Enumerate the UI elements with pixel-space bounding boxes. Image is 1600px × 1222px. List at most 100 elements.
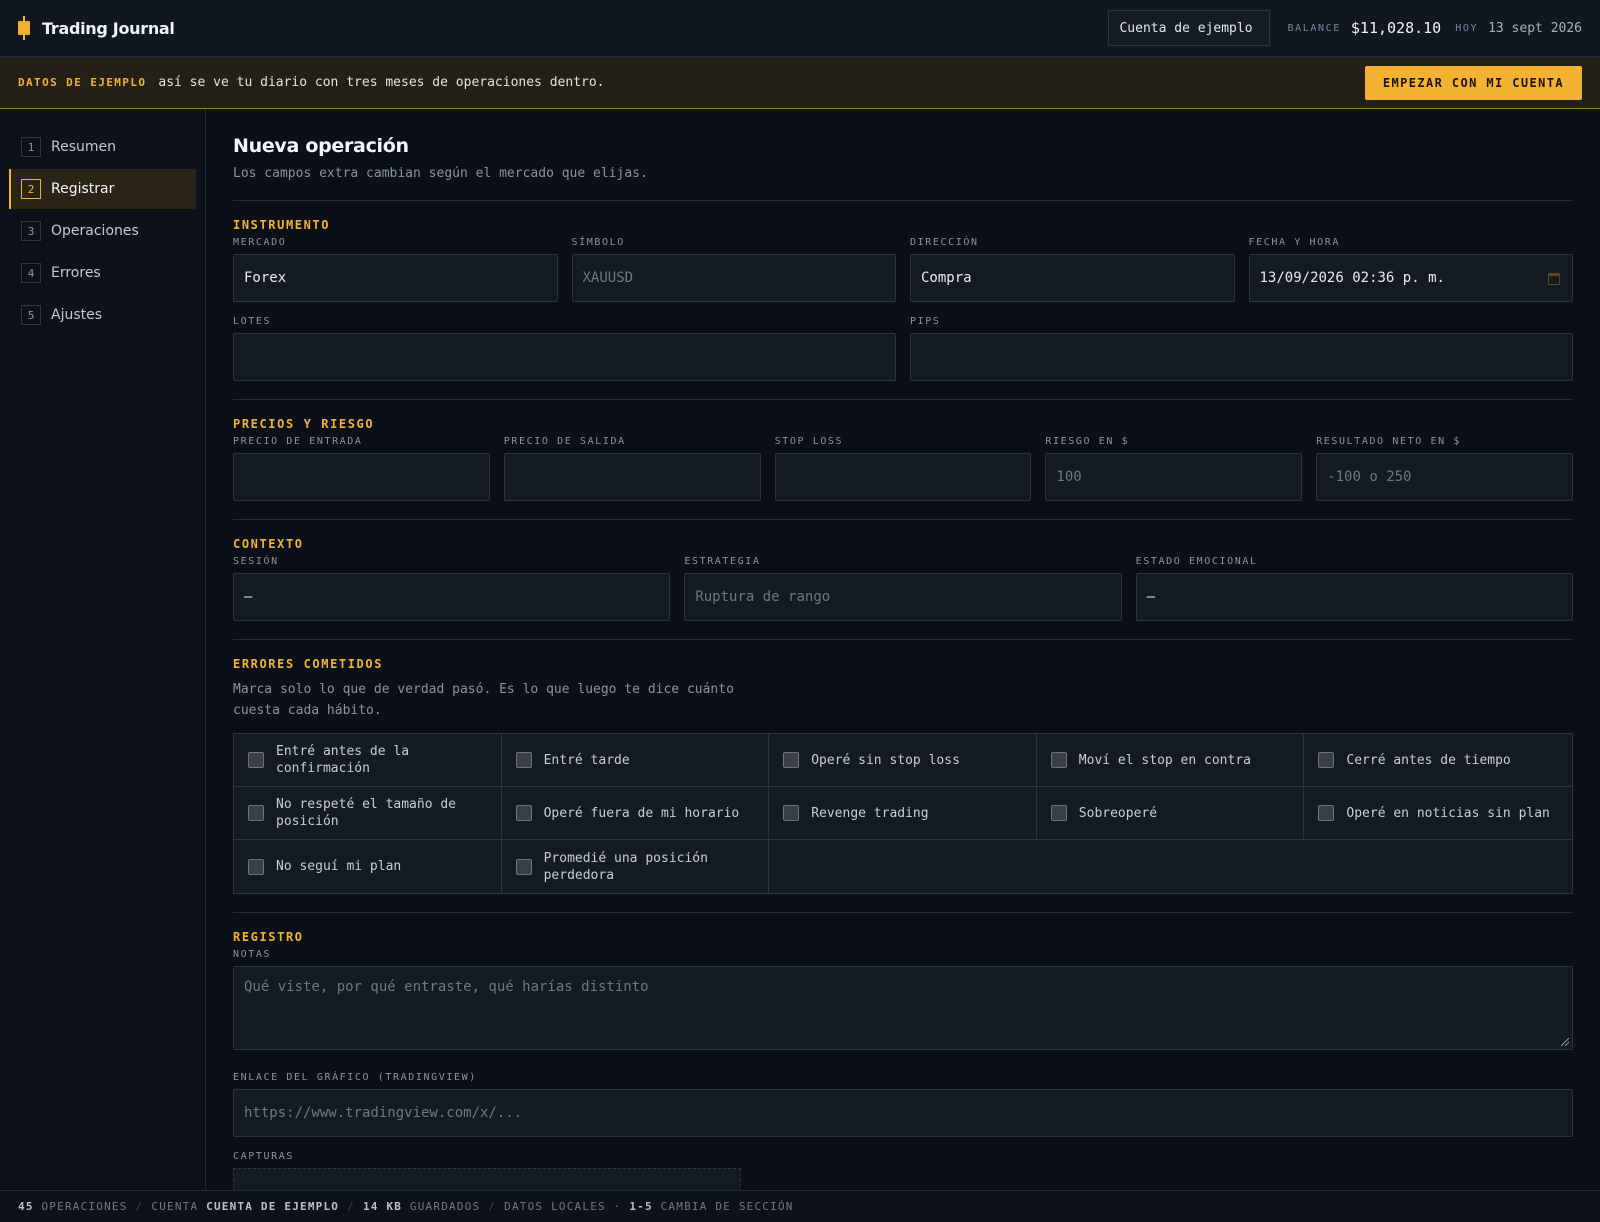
account-select[interactable]: Cuenta de ejemplo <box>1108 10 1270 46</box>
lots-label: LOTES <box>233 316 272 327</box>
checkbox[interactable] <box>1318 752 1335 768</box>
session-select[interactable]: — <box>233 573 671 621</box>
symbol-input[interactable]: XAUUSD <box>571 254 896 302</box>
keys-label: CAMBIA DE SECCIÓN <box>660 1200 794 1213</box>
notes-textarea[interactable]: Qué viste, por qué entraste, qué harías … <box>233 966 1573 1050</box>
emotion-value: — <box>1146 589 1156 605</box>
nav-number: 2 <box>21 179 41 199</box>
error-checkbox-item[interactable]: Promedié una posición perdedora <box>502 840 770 893</box>
sidebar-item-resumen[interactable]: 1 Resumen <box>9 127 196 167</box>
page-title: Nueva operación <box>233 135 409 157</box>
nav-number: 5 <box>21 305 41 325</box>
checkbox[interactable] <box>1050 752 1067 768</box>
error-checkbox-item[interactable]: Operé sin stop loss <box>769 734 1037 787</box>
chart-link-input[interactable]: https://www.tradingview.com/x/... <box>233 1089 1573 1137</box>
sidebar-item-errores[interactable]: 4 Errores <box>9 253 196 293</box>
sidebar-item-registrar[interactable]: 2 Registrar <box>9 169 196 209</box>
symbol-placeholder: XAUUSD <box>582 270 634 286</box>
error-checkbox-item[interactable]: Sobreoperé <box>1036 787 1305 840</box>
stop-loss-input[interactable] <box>774 453 1032 501</box>
divider <box>233 912 1573 913</box>
error-label: Sobreoperé <box>1078 805 1158 821</box>
size-label: GUARDADOS <box>409 1200 481 1213</box>
chart-link-placeholder: https://www.tradingview.com/x/... <box>244 1105 523 1121</box>
entry-price-input[interactable] <box>233 453 490 501</box>
exit-price-input[interactable] <box>503 453 761 501</box>
result-input[interactable]: -100 o 250 <box>1316 453 1573 501</box>
checkbox[interactable] <box>1318 805 1335 821</box>
result-label: RESULTADO NETO EN $ <box>1316 436 1461 447</box>
checkbox[interactable] <box>515 858 532 875</box>
error-label: Cerré antes de tiempo <box>1346 752 1511 768</box>
strategy-input[interactable]: Ruptura de rango <box>684 573 1122 621</box>
page-subtitle: Los campos extra cambian según el mercad… <box>233 166 648 181</box>
error-label: Moví el stop en contra <box>1078 752 1251 768</box>
market-label: MERCADO <box>233 237 287 248</box>
nav-label: Operaciones <box>51 223 139 239</box>
datetime-input[interactable]: 13/09/2026 02:36 p. m. <box>1248 254 1573 302</box>
ops-count: 45 <box>18 1200 34 1213</box>
error-checkbox-item[interactable]: Moví el stop en contra <box>1036 734 1305 787</box>
checkbox[interactable] <box>248 858 264 875</box>
session-label: SESIÓN <box>233 556 279 567</box>
result-placeholder: -100 o 250 <box>1327 469 1412 485</box>
checkbox[interactable] <box>515 805 532 821</box>
entry-price-label: PRECIO DE ENTRADA <box>233 436 363 447</box>
error-checkbox-item[interactable]: Entré tarde <box>501 734 770 787</box>
pips-input[interactable] <box>910 333 1573 381</box>
sidebar-item-ajustes[interactable]: 5 Ajustes <box>9 295 196 335</box>
pips-label: PIPS <box>910 316 941 327</box>
checkbox[interactable] <box>248 752 264 768</box>
error-checkbox-item[interactable]: Entré antes de la confirmación <box>234 734 502 787</box>
market-value: Forex <box>244 270 287 286</box>
sidebar-item-operaciones[interactable]: 3 Operaciones <box>9 211 196 251</box>
balance-label: BALANCE <box>1287 22 1341 34</box>
section-prices-title: PRECIOS Y RIESGO <box>233 417 375 431</box>
checkbox[interactable] <box>515 752 532 768</box>
checkbox[interactable] <box>1050 805 1067 821</box>
market-select[interactable]: Forex <box>233 254 558 302</box>
error-label: Entré tarde <box>543 752 630 768</box>
sidebar: 1 Resumen 2 Registrar 3 Operaciones 4 Er… <box>0 109 206 1190</box>
calendar-icon[interactable] <box>1548 273 1560 285</box>
direction-value: Compra <box>921 270 972 286</box>
error-checkbox-item[interactable]: No respeté el tamaño de posición <box>234 787 502 840</box>
today-value: 13 sept 2026 <box>1488 20 1582 36</box>
checkbox[interactable] <box>248 805 264 821</box>
checkbox[interactable] <box>783 752 800 768</box>
error-label: No seguí mi plan <box>276 859 402 874</box>
candlestick-icon <box>18 16 30 40</box>
error-checkbox-item[interactable]: No seguí mi plan <box>234 840 502 893</box>
nav-label: Registrar <box>51 181 115 197</box>
direction-select[interactable]: Compra <box>910 254 1235 302</box>
demo-tag: DATOS DE EJEMPLO <box>18 76 147 89</box>
error-label: No respeté el tamaño de posición <box>276 797 457 829</box>
lots-input[interactable] <box>233 333 896 381</box>
captures-label: CAPTURAS <box>233 1151 294 1162</box>
error-label: Operé fuera de mi horario <box>543 805 740 821</box>
chart-link-label: ENLACE DEL GRÁFICO (TRADINGVIEW) <box>233 1072 477 1083</box>
demo-banner: DATOS DE EJEMPLO así se ve tu diario con… <box>0 57 1600 109</box>
account-value: CUENTA DE EJEMPLO <box>206 1200 340 1213</box>
captures-dropzone[interactable] <box>233 1168 741 1190</box>
start-account-button[interactable]: EMPEZAR CON MI CUENTA <box>1364 65 1582 100</box>
divider <box>233 639 1573 640</box>
error-checkbox-item[interactable]: Operé en noticias sin plan <box>1304 787 1572 840</box>
top-bar: Trading Journal Cuenta de ejemplo BALANC… <box>0 0 1600 57</box>
error-label: Promedié una posición perdedora <box>543 850 708 883</box>
checkbox[interactable] <box>783 805 800 821</box>
resize-grip-icon[interactable] <box>1561 1038 1569 1046</box>
direction-label: DIRECCIÓN <box>910 237 979 248</box>
errors-grid: Entré antes de la confirmación Entré tar… <box>233 733 1573 894</box>
risk-input[interactable]: 100 <box>1045 453 1303 501</box>
error-checkbox-item[interactable]: Cerré antes de tiempo <box>1304 734 1572 787</box>
app-logo: Trading Journal <box>18 16 175 40</box>
error-checkbox-item[interactable]: Operé fuera de mi horario <box>501 787 770 840</box>
symbol-label: SÍMBOLO <box>571 237 625 248</box>
notes-placeholder: Qué viste, por qué entraste, qué harías … <box>244 979 649 995</box>
emotion-select[interactable]: — <box>1135 573 1573 621</box>
balance-value: $11,028.10 <box>1350 19 1442 37</box>
error-checkbox-item[interactable]: Revenge trading <box>769 787 1037 840</box>
error-label: Entré antes de la confirmación <box>276 744 410 776</box>
app-title: Trading Journal <box>42 18 175 38</box>
